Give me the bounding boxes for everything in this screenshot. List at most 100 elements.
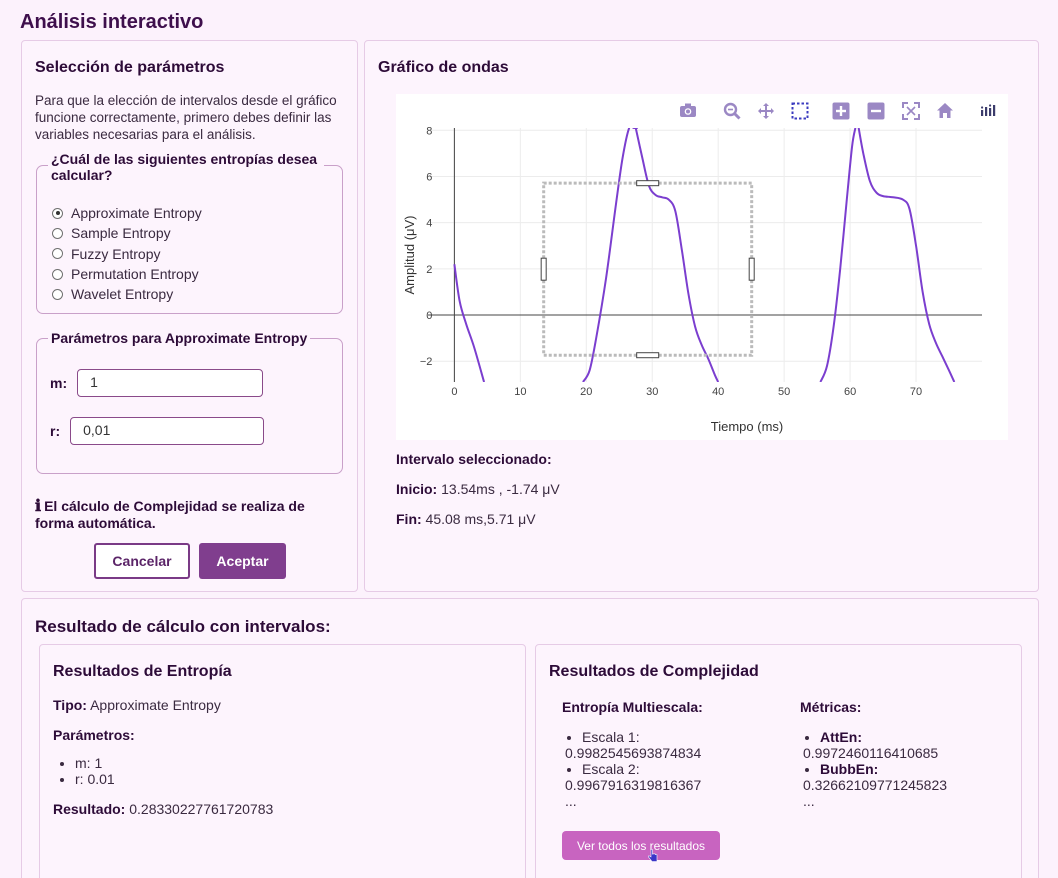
interval-start: Inicio: 13.54ms , -1.74 μV [396, 481, 560, 497]
info-icon: ℹ [35, 496, 42, 515]
radio-button[interactable] [52, 227, 63, 239]
r-field-row: r: 0,01 [50, 417, 265, 445]
interval-end: Fin: 45.08 ms,5.71 μV [396, 511, 536, 527]
complexity-results-title: Resultados de Complejidad [549, 663, 759, 680]
wave-series-line [634, 128, 720, 382]
multiscale-title: Entropía Multiescala: [562, 699, 703, 715]
parameters-title: Selección de parámetros [35, 59, 225, 76]
home-icon[interactable] [935, 102, 955, 122]
multiscale-heading: Entropía Multiescala: [562, 699, 703, 715]
wave-series-line [582, 128, 638, 382]
entropy-type-value: Approximate Entropy [90, 697, 221, 713]
entropy-option[interactable]: Permutation Entropy [52, 264, 202, 284]
entropy-type: Tipo: Approximate Entropy [53, 697, 221, 713]
see-all-results-button[interactable]: Ver todos los resultados [562, 831, 720, 860]
scale-2-item: Escala 2: 0.9967916319816367 ... [565, 761, 701, 809]
m-input[interactable]: 1 [77, 369, 264, 397]
selection-handle-right [748, 257, 755, 281]
wave-series-line [857, 128, 956, 382]
page-title: Análisis interactivo [20, 11, 204, 33]
x-axis-title: Tiempo (ms) [711, 419, 783, 434]
y-tick-label: 0 [426, 310, 432, 322]
multiscale-list: Escala 1: 0.9982545693874834 Escala 2: 0… [565, 729, 701, 809]
m-field-row: m: 1 [50, 369, 264, 397]
complexity-info-text: El cálculo de Complejidad se realiza de … [35, 498, 305, 531]
entropy-option[interactable]: Approximate Entropy [52, 203, 202, 223]
entropy-option-label: Fuzzy Entropy [71, 245, 161, 262]
zoom-out-icon[interactable] [866, 102, 886, 122]
multiscale-ellipsis: ... [565, 793, 577, 809]
radio-button[interactable] [52, 248, 63, 260]
entropy-result-label: Resultado: [53, 801, 126, 817]
wave-plot-svg[interactable]: 0 10 20 30 40 50 60 70−202468Tiempo (ms)Amplitu… [396, 94, 1008, 440]
zoom-icon[interactable] [722, 102, 742, 122]
y-tick-label: −2 [420, 356, 433, 368]
atten-value: 0.9972460116410685 [803, 745, 939, 761]
entropy-result-value: 0.28330227761720783 [129, 801, 274, 817]
radio-button[interactable] [52, 268, 63, 280]
x-tick-label: 20 [580, 386, 592, 398]
results-panel: Resultado de cálculo con intervalos: Res… [21, 598, 1039, 878]
complexity-info-note: ℹ El cálculo de Complejidad se realiza de… [35, 497, 335, 532]
entropy-params-list: m: 1 r: 0.01 [58, 755, 115, 787]
entropy-option[interactable]: Fuzzy Entropy [52, 244, 202, 264]
camera-icon[interactable] [678, 102, 698, 122]
atten-label: AttEn: [820, 729, 862, 745]
metrics-list: AttEn: 0.9972460116410685 BubbEn: 0.3266… [803, 729, 947, 809]
entropy-param-r: r: 0.01 [75, 771, 115, 787]
interval-title: Intervalo seleccionado: [396, 451, 552, 467]
entropy-results-card: Resultados de Entropía Tipo: Approximate… [39, 644, 526, 878]
scale-1-label: Escala 1: [582, 729, 640, 745]
box-select-icon[interactable] [790, 102, 810, 122]
wave-chart-panel: Gráfico de ondas 0 10 20 30 40 50 60 70 −2 0 2 4 6 8 T… [364, 40, 1039, 592]
interval-end-value: 45.08 ms,5.71 μV [425, 511, 536, 527]
radio-button[interactable] [52, 207, 63, 219]
complexity-results-card: Resultados de Complejidad Entropía Multi… [535, 644, 1022, 878]
chart-panel-title: Gráfico de ondas [378, 59, 509, 76]
entropy-param-m: m: 1 [75, 755, 115, 771]
scale-2-label: Escala 2: [582, 761, 640, 777]
x-tick-label: 10 [514, 386, 526, 398]
entropy-type-label: Tipo: [53, 697, 87, 713]
r-label: r: [50, 423, 61, 439]
parameters-legend: Parámetros para Approximate Entropy [48, 330, 311, 346]
interval-start-value: 13.54ms , -1.74 μV [441, 481, 560, 497]
entropy-option[interactable]: Wavelet Entropy [52, 284, 202, 304]
zoom-in-icon[interactable] [831, 102, 851, 122]
autoscale-icon[interactable] [901, 102, 921, 122]
m-label: m: [50, 375, 68, 391]
selection-handle-top [636, 180, 660, 187]
wave-plot[interactable]: 0 10 20 30 40 50 60 70 −2 0 2 4 6 8 Tiempo (ms) Amplitu… [396, 94, 1008, 440]
parameters-intro: Para que la elección de intervalos desde… [35, 93, 337, 142]
cancel-button[interactable]: Cancelar [94, 543, 190, 579]
r-input[interactable]: 0,01 [70, 417, 265, 445]
results-title: Resultado de cálculo con intervalos: [35, 617, 331, 636]
x-tick-label: 40 [712, 386, 724, 398]
interval-end-label: Fin: [396, 511, 422, 527]
entropy-option-label: Wavelet Entropy [71, 286, 174, 303]
parameters-panel: Selección de parámetros Para que la elec… [21, 40, 358, 592]
entropy-question: ¿Cuál de las siguientes entropías desea … [48, 151, 324, 183]
accept-button[interactable]: Aceptar [199, 543, 286, 579]
entropy-option-label: Approximate Entropy [71, 205, 202, 222]
metrics-ellipsis: ... [803, 793, 815, 809]
entropy-option-label: Sample Entropy [71, 225, 171, 242]
bubben-value: 0.32662109771245823 [803, 777, 948, 793]
metrics-heading: Métricas: [800, 699, 861, 715]
entropy-option-label: Permutation Entropy [71, 266, 199, 283]
pan-icon[interactable] [756, 102, 776, 122]
x-tick-label: 0 [451, 386, 457, 398]
wave-series-line [453, 264, 486, 382]
entropy-params-label: Parámetros: [53, 727, 135, 743]
bubben-label: BubbEn: [820, 761, 879, 777]
x-tick-label: 70 [910, 386, 922, 398]
entropy-option[interactable]: Sample Entropy [52, 223, 202, 243]
interval-title-text: Intervalo seleccionado: [396, 451, 552, 467]
entropy-selection-fieldset: ¿Cuál de las siguientes entropías desea … [36, 151, 343, 314]
selection-handle-left [540, 257, 547, 281]
x-tick-label: 60 [844, 386, 856, 398]
radio-button[interactable] [52, 288, 63, 300]
y-tick-label: 6 [426, 171, 432, 183]
selection-handle-bottom [636, 352, 660, 359]
plotly-logo-icon[interactable] [978, 102, 998, 122]
